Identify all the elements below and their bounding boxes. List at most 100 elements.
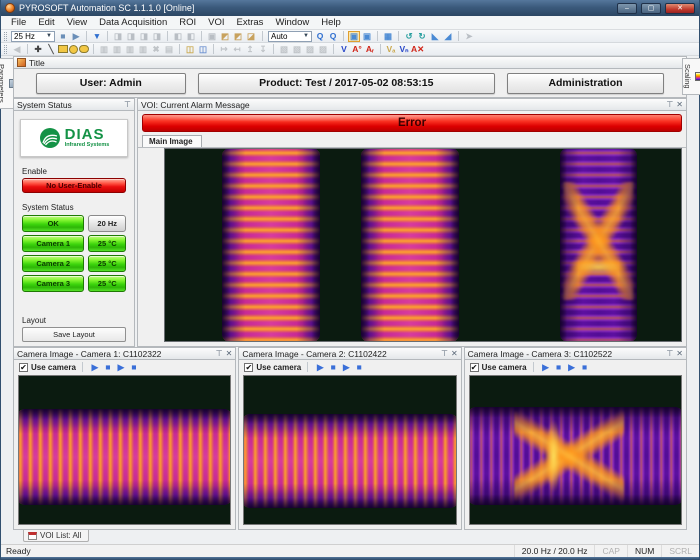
import-voi-icon[interactable]: ◫ <box>197 44 209 55</box>
send-back-icon[interactable]: ↧ <box>257 44 269 55</box>
camera3-status-button[interactable]: Camera 3 <box>22 275 84 292</box>
pin-icon[interactable]: ⊤ <box>666 350 673 358</box>
delete-voi-icon[interactable]: ✖ <box>150 44 162 55</box>
frequency-status-button[interactable]: 20 Hz <box>88 215 126 232</box>
send-backward-icon[interactable]: ↤ <box>231 44 243 55</box>
flip-horizontal-icon[interactable]: ◣ <box>429 31 441 42</box>
start-acquisition-icon[interactable]: ▶ <box>70 31 82 42</box>
alarm-range-icon[interactable]: Aᵣ <box>364 44 376 55</box>
camera3-header[interactable]: Camera Image - Camera 3: C1102522 ⊤ ✕ <box>464 347 687 360</box>
record-icon[interactable]: ▣ <box>206 31 218 42</box>
menu-window[interactable]: Window <box>269 17 315 28</box>
camera-disconnect-icon[interactable]: ■ <box>327 362 339 373</box>
rotate-left-icon[interactable]: ↺ <box>403 31 415 42</box>
no-user-enable-button[interactable]: No User-Enable <box>22 178 126 193</box>
camera-start-2-icon[interactable]: ◨ <box>138 31 150 42</box>
palette-1-icon[interactable]: ◩ <box>219 31 231 42</box>
save-layout-button[interactable]: Save Layout <box>22 327 126 342</box>
camera1-header[interactable]: Camera Image - Camera 1: C1102322 ⊤ ✕ <box>13 347 236 360</box>
toolbar-grip[interactable] <box>4 45 7 54</box>
ok-status-button[interactable]: OK <box>22 215 84 232</box>
menu-help[interactable]: Help <box>315 17 347 28</box>
product-button[interactable]: Product: Test / 2017-05-02 08:53:15 <box>198 73 495 94</box>
polygon-tool-icon[interactable] <box>79 45 89 53</box>
camera-record-start-icon[interactable]: ▶ <box>340 362 352 373</box>
pin-icon[interactable]: ⊤ <box>124 101 131 109</box>
tab-voi-list[interactable]: VOI List: All <box>23 530 89 542</box>
fit-to-window-icon[interactable]: ▣ <box>348 31 360 42</box>
pin-icon[interactable]: ⊤ <box>441 350 448 358</box>
line-tool-icon[interactable]: ╲ <box>45 44 57 55</box>
duplicate-voi-icon[interactable]: ▥ <box>124 44 136 55</box>
title-panel-header[interactable]: Title <box>13 56 687 69</box>
camera-disconnect-icon[interactable]: ■ <box>553 362 565 373</box>
menu-roi[interactable]: ROI <box>173 17 202 28</box>
camera-start-1-icon[interactable]: ◨ <box>112 31 124 42</box>
scaling-mode-select[interactable]: Auto▼ <box>268 31 312 42</box>
camera-stop-1-icon[interactable]: ◨ <box>125 31 137 42</box>
camera-record-stop-icon[interactable]: ■ <box>353 362 365 373</box>
palette-3-icon[interactable]: ◪ <box>245 31 257 42</box>
menu-extras[interactable]: Extras <box>231 17 270 28</box>
use-camera-checkbox[interactable]: ✔ <box>244 363 253 372</box>
camera1-status-button[interactable]: Camera 1 <box>22 235 84 252</box>
camera-connect-icon[interactable]: ▶ <box>314 362 326 373</box>
pin-icon[interactable]: ⊤ <box>216 350 223 358</box>
palette-2-icon[interactable]: ◩ <box>232 31 244 42</box>
stop-acquisition-icon[interactable]: ■ <box>57 31 69 42</box>
close-icon[interactable]: ✕ <box>226 350 233 358</box>
tab-main-image[interactable]: Main Image <box>142 135 202 147</box>
camera-connect-icon[interactable]: ▶ <box>540 362 552 373</box>
ellipse-tool-icon[interactable] <box>69 45 78 54</box>
close-icon[interactable]: ✕ <box>676 101 683 109</box>
voi-value-1-icon[interactable]: Vₐ <box>385 44 397 55</box>
cut-voi-icon[interactable]: ▥ <box>111 44 123 55</box>
camera2-header[interactable]: Camera Image - Camera 2: C1102422 ⊤ ✕ <box>238 347 461 360</box>
filter-icon[interactable]: ▼ <box>91 31 103 42</box>
zoom-in-icon[interactable]: Q <box>314 31 326 42</box>
camera1-temp-button[interactable]: 25 °C <box>88 235 126 252</box>
camera2-temp-button[interactable]: 25 °C <box>88 255 126 272</box>
menu-edit[interactable]: Edit <box>32 17 60 28</box>
close-icon[interactable]: ✕ <box>676 350 683 358</box>
menu-file[interactable]: File <box>5 17 32 28</box>
rectangle-tool-icon[interactable] <box>58 45 68 53</box>
administration-button[interactable]: Administration <box>507 73 664 94</box>
user-button[interactable]: User: Admin <box>36 73 186 94</box>
menu-view[interactable]: View <box>61 17 93 28</box>
bring-forward-icon[interactable]: ↦ <box>218 44 230 55</box>
voi-properties-icon[interactable]: ▤ <box>163 44 175 55</box>
frequency-select[interactable]: 25 Hz▼ <box>11 31 55 42</box>
paste-voi-icon[interactable]: ◫ <box>184 44 196 55</box>
align-bottom-icon[interactable]: ▨ <box>317 44 329 55</box>
zoom-out-icon[interactable]: Q <box>327 31 339 42</box>
close-button[interactable]: ✕ <box>665 3 695 14</box>
snapshot-1-icon[interactable]: ◧ <box>172 31 184 42</box>
camera-stop-2-icon[interactable]: ◨ <box>151 31 163 42</box>
bring-front-icon[interactable]: ↥ <box>244 44 256 55</box>
rotate-right-icon[interactable]: ↻ <box>416 31 428 42</box>
camera-connect-icon[interactable]: ▶ <box>89 362 101 373</box>
align-top-icon[interactable]: ▨ <box>304 44 316 55</box>
add-voi-icon[interactable]: ✚ <box>32 44 44 55</box>
align-left-icon[interactable]: ▧ <box>278 44 290 55</box>
toolbar-grip[interactable] <box>4 32 7 41</box>
snapshot-2-icon[interactable]: ◧ <box>185 31 197 42</box>
voi-check-icon[interactable]: V <box>338 44 350 55</box>
copy-voi-icon[interactable]: ▥ <box>98 44 110 55</box>
voi-panel-header[interactable]: VOI: Current Alarm Message ⊤ ✕ <box>137 98 687 111</box>
maximize-button[interactable]: ▢ <box>641 3 661 14</box>
align-right-icon[interactable]: ▧ <box>291 44 303 55</box>
camera-disconnect-icon[interactable]: ■ <box>102 362 114 373</box>
camera2-status-button[interactable]: Camera 2 <box>22 255 84 272</box>
full-image-icon[interactable]: ▣ <box>361 31 373 42</box>
use-camera-checkbox[interactable]: ✔ <box>19 363 28 372</box>
grid-icon[interactable]: ▦ <box>382 31 394 42</box>
camera-record-start-icon[interactable]: ▶ <box>566 362 578 373</box>
menu-data-acquisition[interactable]: Data Acquisition <box>93 17 173 28</box>
system-status-header[interactable]: System Status ⊤ <box>13 98 135 111</box>
camera3-temp-button[interactable]: 25 °C <box>88 275 126 292</box>
pointer-icon[interactable]: ➤ <box>463 31 475 42</box>
minimize-button[interactable]: – <box>617 3 637 14</box>
camera-record-stop-icon[interactable]: ■ <box>128 362 140 373</box>
